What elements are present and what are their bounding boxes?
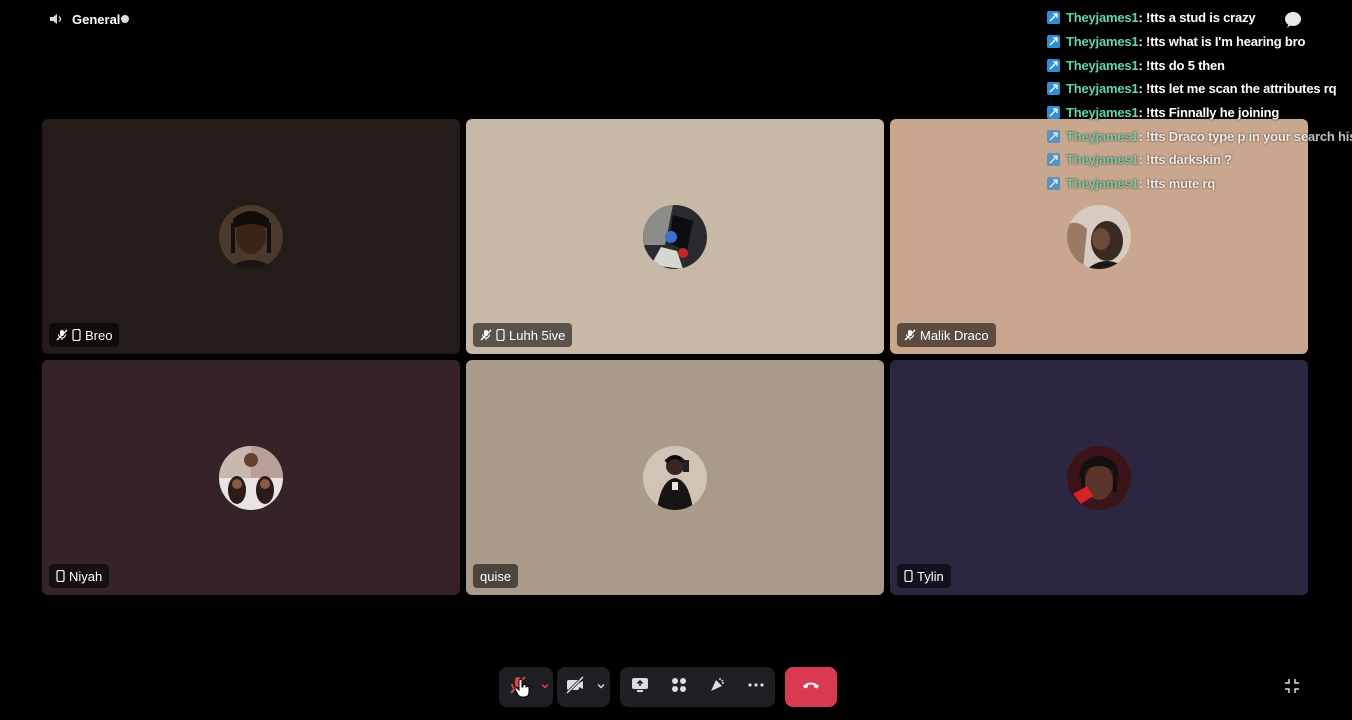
minimize-button[interactable]: [1283, 677, 1301, 700]
avatar: [643, 204, 707, 269]
mobile-icon: [72, 329, 81, 341]
activities-icon: [670, 676, 688, 699]
chat-username: Theyjames1: [1066, 128, 1139, 144]
chat-message: Theyjames1 : !tts Finnally he joining: [1047, 101, 1352, 125]
badge-icon: [1047, 35, 1060, 49]
speaker-icon: [48, 11, 64, 27]
name-tag: quise: [473, 564, 519, 588]
more-icon: [747, 676, 765, 699]
chat-username: Theyjames1: [1066, 57, 1139, 73]
chat-username: Theyjames1: [1066, 176, 1139, 192]
avatar: [219, 204, 283, 269]
chat-username: Theyjames1: [1066, 105, 1139, 121]
participant-name: Malik Draco: [920, 327, 989, 343]
chat-text: : !tts Finnally he joining: [1138, 105, 1280, 121]
chat-overlay: Theyjames1 : !tts a stud is crazy Theyja…: [1047, 6, 1352, 196]
avatar: [219, 445, 283, 510]
chat-username: Theyjames1: [1066, 152, 1139, 168]
microphone-muted-icon: [904, 329, 916, 341]
chat-message: Theyjames1 : !tts let me scan the attrib…: [1047, 77, 1352, 101]
name-tag: Malik Draco: [897, 323, 996, 347]
chat-text: : !tts mute rq: [1138, 176, 1216, 192]
badge-icon: [1047, 177, 1060, 191]
chat-message: Theyjames1 : !tts mute rq: [1047, 172, 1352, 196]
mobile-icon: [56, 570, 65, 582]
avatar: [1067, 445, 1131, 510]
cursor-icon: [514, 678, 530, 703]
chat-text: : !tts Draco type p in your search histo…: [1138, 128, 1352, 144]
avatar: [643, 445, 707, 510]
microphone-muted-icon: [480, 329, 492, 341]
participant-tile-tylin[interactable]: Tylin: [890, 360, 1308, 595]
chat-message: Theyjames1 : !tts Draco type p in your s…: [1047, 124, 1352, 148]
hang-up-icon: [801, 675, 821, 700]
chat-username: Theyjames1: [1066, 81, 1139, 97]
more-button[interactable]: [736, 667, 775, 707]
participant-tile-niyah[interactable]: Niyah: [42, 360, 460, 595]
chat-message: Theyjames1 : !tts a stud is crazy: [1047, 6, 1352, 30]
action-group: [620, 667, 775, 707]
voice-chat-icon: [120, 14, 130, 24]
microphone-options-button[interactable]: [537, 667, 553, 707]
participant-tile-breo[interactable]: Breo: [42, 119, 460, 354]
participant-name: quise: [480, 568, 512, 584]
soundboard-icon: [708, 676, 726, 699]
soundboard-button[interactable]: [698, 667, 736, 707]
chevron-down-icon: [596, 678, 606, 696]
name-tag: Niyah: [49, 564, 110, 588]
hang-up-button[interactable]: [785, 667, 837, 707]
participant-name: Tylin: [917, 568, 944, 584]
channel-header[interactable]: General: [48, 10, 130, 28]
badge-icon: [1047, 11, 1060, 25]
mobile-icon: [496, 329, 505, 341]
avatar: [1067, 204, 1131, 269]
chat-message: Theyjames1 : !tts what is I'm hearing br…: [1047, 30, 1352, 54]
chevron-down-icon: [540, 678, 550, 696]
screen-share-button[interactable]: [620, 667, 660, 707]
name-tag: Tylin: [897, 564, 951, 588]
chat-text: : !tts do 5 then: [1138, 57, 1225, 73]
badge-icon: [1047, 153, 1060, 167]
chat-text: : !tts darkskin ?: [1138, 152, 1232, 168]
badge-icon: [1047, 106, 1060, 120]
activities-button[interactable]: [660, 667, 698, 707]
participant-name: Luhh 5ive: [509, 327, 566, 343]
chat-text: : !tts let me scan the attributes rq: [1138, 81, 1337, 97]
chat-text: : !tts a stud is crazy: [1138, 10, 1256, 26]
chat-username: Theyjames1: [1066, 34, 1139, 50]
participant-name: Niyah: [69, 568, 103, 584]
camera-button[interactable]: [557, 667, 592, 707]
channel-name: General: [72, 11, 121, 27]
chat-icon[interactable]: [1283, 10, 1303, 35]
participant-name: Breo: [85, 327, 113, 343]
participant-tile-quise[interactable]: quise: [466, 360, 884, 595]
screen-share-icon: [631, 676, 649, 699]
participant-tile-luhh-5ive[interactable]: Luhh 5ive: [466, 119, 884, 354]
chat-username: Theyjames1: [1066, 10, 1139, 26]
name-tag: Luhh 5ive: [473, 323, 573, 347]
camera-control: [557, 667, 610, 707]
name-tag: Breo: [49, 323, 120, 347]
mobile-icon: [904, 570, 913, 582]
chat-text: : !tts what is I'm hearing bro: [1138, 34, 1306, 50]
minimize-icon: [1283, 679, 1301, 699]
camera-off-icon: [565, 675, 585, 700]
chat-message: Theyjames1 : !tts do 5 then: [1047, 53, 1352, 77]
badge-icon: [1047, 58, 1060, 72]
camera-options-button[interactable]: [592, 667, 610, 707]
chat-message: Theyjames1 : !tts darkskin ?: [1047, 148, 1352, 172]
microphone-muted-icon: [56, 329, 68, 341]
badge-icon: [1047, 129, 1060, 143]
badge-icon: [1047, 82, 1060, 96]
